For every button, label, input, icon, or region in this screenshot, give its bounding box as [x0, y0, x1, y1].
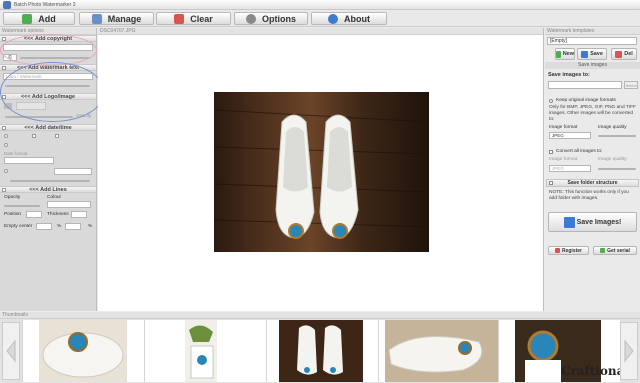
options-button[interactable]: Options: [234, 12, 308, 25]
watermark-text-checkbox[interactable]: [2, 66, 6, 70]
image-format-select[interactable]: JPEG: [549, 132, 591, 139]
lines-thickness-label: Thickness: [47, 212, 69, 217]
title-bar: Batch Photo Watermarker 3: [0, 0, 640, 10]
watermark-options-panel: Watermark options <<< Add copyright © <<…: [0, 28, 105, 311]
lines-opacity-label: Opacity: [4, 195, 21, 200]
clear-icon: [174, 13, 185, 24]
toolbar: Add Manage Clear Options About: [0, 10, 640, 27]
image-quality-label: Image quality: [598, 125, 627, 130]
formats-note: Only for BMP, JPEG, GIF, PNG and TIFF im…: [549, 105, 636, 122]
register-button[interactable]: Register: [548, 246, 589, 255]
image-format-label-2: Image format: [549, 157, 578, 162]
thumbnails-header: Thumbnails: [0, 312, 640, 319]
select-folder-button[interactable]: Select: [624, 81, 638, 89]
image-quality-slider[interactable]: [598, 135, 636, 137]
file-name: DSC04707.JPG: [98, 28, 543, 35]
copyright-checkbox[interactable]: [2, 37, 6, 41]
save-folder-structure-section[interactable]: Save folder structure: [546, 179, 639, 187]
folder-note: NOTE: This function works only if you ad…: [549, 190, 629, 201]
lines-position-stepper[interactable]: [26, 211, 42, 218]
percent-label-1: %: [57, 224, 62, 229]
image-quality-label-2: Image quality: [598, 157, 627, 162]
thumbnails-strip: Thumbnails Craftionary: [0, 312, 640, 383]
add-icon: [22, 13, 33, 24]
delete-template-button[interactable]: Del: [611, 48, 637, 60]
datetime-body: Date format: [0, 131, 96, 186]
datetime-check-1[interactable]: [32, 134, 36, 138]
datetime-radio-3[interactable]: [4, 169, 8, 173]
image-format-label: Image format: [549, 125, 578, 130]
get-serial-button[interactable]: Get serial: [593, 246, 637, 255]
save-to-label: Save images to:: [548, 72, 590, 78]
arrow-left-icon: [6, 339, 16, 363]
convert-all-label: Convert all images to:: [556, 149, 603, 154]
save-folder-structure-checkbox[interactable]: [549, 181, 553, 185]
thumbnail-5[interactable]: Craftionary: [498, 320, 620, 382]
save-images-section: Save images: [545, 62, 640, 69]
empty-center-stepper-1[interactable]: [36, 223, 52, 230]
datetime-check-2[interactable]: [55, 134, 59, 138]
preview-image: [214, 92, 429, 252]
highlight-ellipse-blue: [0, 62, 105, 122]
thumbnail-2[interactable]: [144, 320, 266, 382]
info-icon: [328, 13, 338, 24]
arrow-right-icon: [624, 339, 634, 363]
datetime-radio-1[interactable]: [4, 134, 8, 138]
save-path-input[interactable]: [548, 81, 622, 89]
about-button[interactable]: About: [311, 12, 387, 25]
templates-header: Watermark templates: [545, 28, 640, 35]
convert-quality-slider[interactable]: [598, 168, 636, 170]
thumbnail-3[interactable]: [266, 320, 388, 382]
lines-checkbox[interactable]: [2, 188, 6, 192]
empty-center-stepper-2[interactable]: [65, 223, 81, 230]
manage-icon: [91, 13, 102, 24]
convert-format-select[interactable]: JPEG: [549, 165, 591, 172]
datetime-slider[interactable]: [10, 180, 90, 182]
delete-icon: [615, 50, 623, 58]
add-datetime-section[interactable]: <<< Add date/time: [0, 124, 96, 131]
preview-area: DSC04707.JPG: [98, 28, 544, 311]
new-template-button[interactable]: New: [555, 48, 575, 60]
window-title: Batch Photo Watermarker 3: [14, 2, 76, 8]
keep-format-radio[interactable]: [549, 99, 553, 103]
clear-button[interactable]: Clear: [156, 12, 231, 25]
gear-icon: [246, 13, 256, 24]
lines-thickness-stepper[interactable]: [71, 211, 87, 218]
lines-opacity-slider[interactable]: [4, 205, 40, 207]
empty-center-label: Empty center: [4, 224, 33, 229]
watermark-brand-text: Craftionary: [561, 364, 620, 378]
date-format-input[interactable]: [4, 157, 54, 164]
convert-all-checkbox[interactable]: [549, 150, 553, 154]
lines-colour-label: Colour: [47, 195, 62, 200]
date-format-label: Date format: [4, 151, 28, 156]
lines-position-label: Position: [4, 212, 22, 217]
manage-button[interactable]: Manage: [79, 12, 154, 25]
scroll-right-button[interactable]: [620, 322, 638, 380]
thumbnail-1[interactable]: [22, 320, 144, 382]
add-button[interactable]: Add: [3, 12, 75, 25]
scroll-left-button[interactable]: [2, 322, 20, 380]
keep-format-label: Keep original image formats: [556, 98, 616, 103]
right-panel: Watermark templates [Empty] New Save Del…: [545, 28, 640, 311]
add-lines-section[interactable]: <<< Add Lines: [0, 186, 96, 193]
save-images-button[interactable]: Save Images!: [548, 212, 637, 232]
percent-label-2: %: [88, 224, 93, 229]
datetime-radio-2[interactable]: [4, 143, 8, 147]
app-icon: [3, 1, 11, 9]
register-icon: [554, 248, 560, 253]
save-template-button[interactable]: Save: [577, 48, 607, 60]
lines-body: Opacity Colour Position Thickness Empty …: [0, 193, 96, 249]
datetime-value-input[interactable]: [54, 168, 92, 175]
save-icon: [581, 50, 589, 58]
checkmark-icon: [600, 248, 606, 253]
lines-colour-select[interactable]: [47, 201, 91, 208]
thumbnail-4[interactable]: [378, 320, 500, 382]
save-images-icon: [563, 216, 575, 228]
template-select[interactable]: [Empty]: [547, 37, 637, 45]
datetime-checkbox[interactable]: [2, 126, 6, 130]
new-icon: [556, 50, 561, 58]
